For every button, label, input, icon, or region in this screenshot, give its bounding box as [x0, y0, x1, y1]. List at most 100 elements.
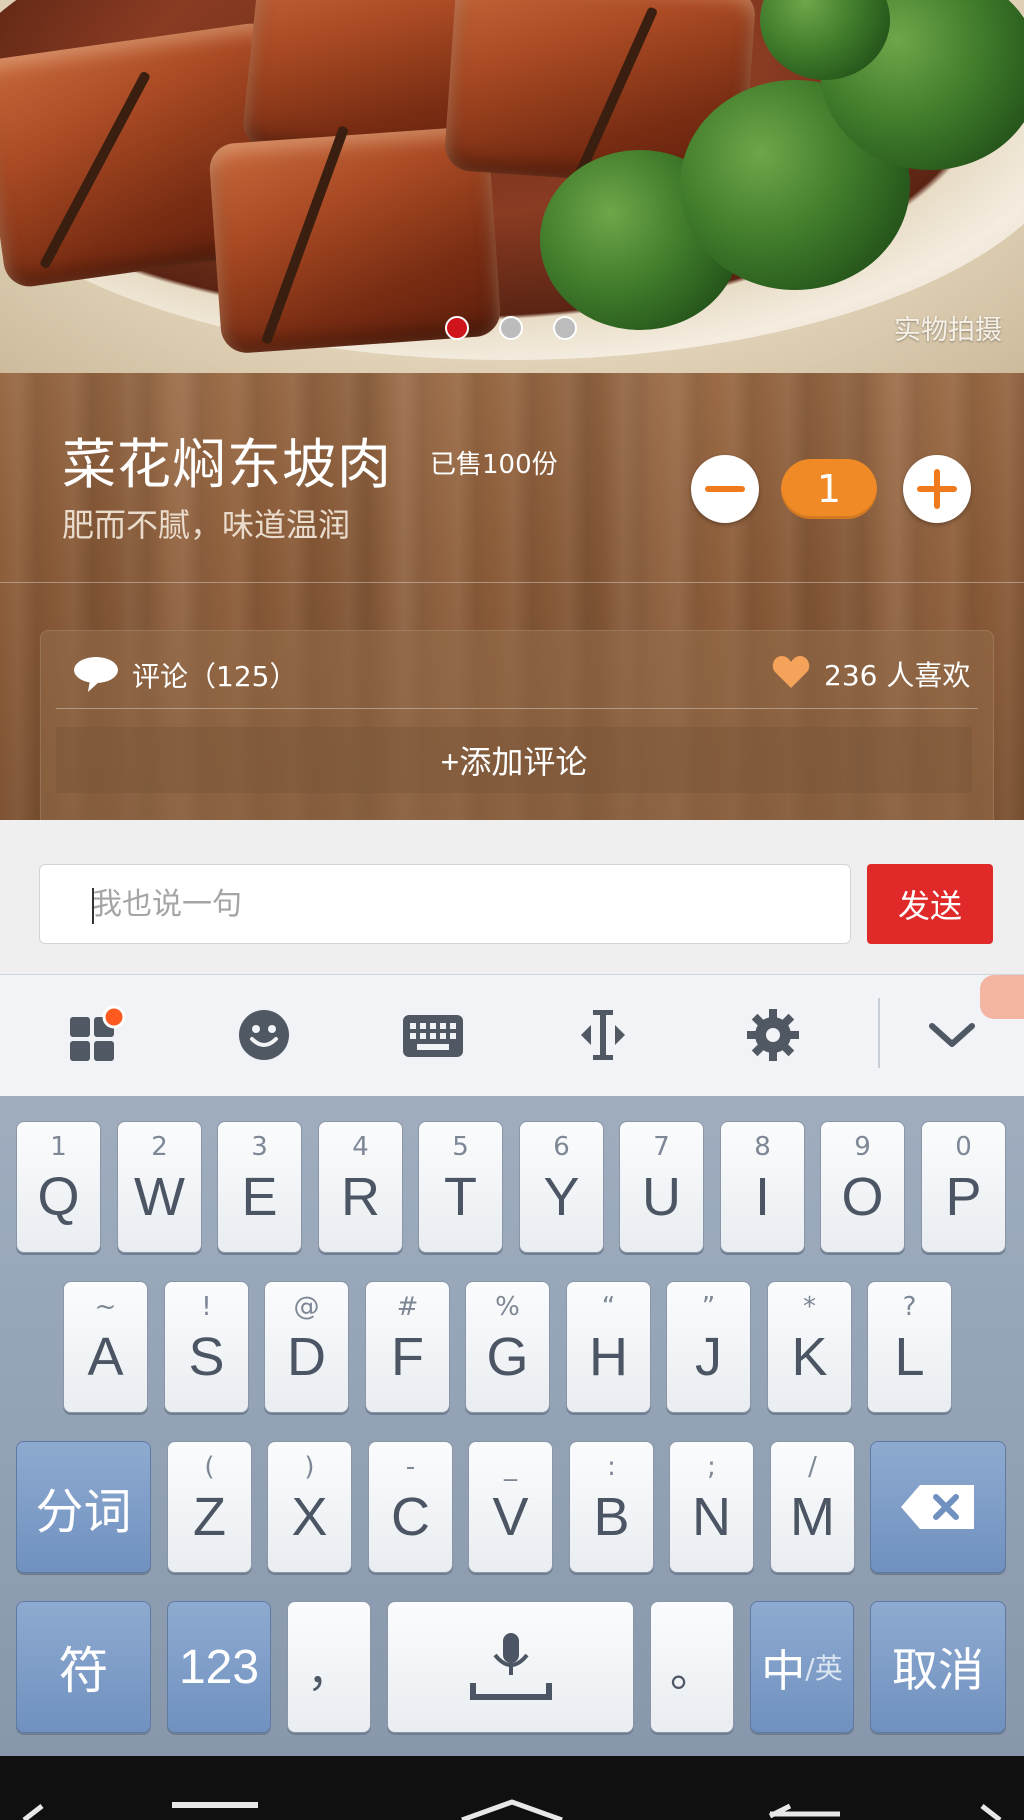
key-a[interactable]: ~ A	[63, 1281, 148, 1413]
key-label: L	[894, 1327, 925, 1387]
nav-right-arrow-icon[interactable]	[980, 1804, 1002, 1820]
key-d[interactable]: @ D	[264, 1281, 349, 1413]
comma-key[interactable]: ，	[287, 1601, 371, 1733]
key-label: M	[790, 1487, 835, 1547]
key-l[interactable]: ? L	[867, 1281, 952, 1413]
key-n[interactable]: ; N	[669, 1441, 754, 1573]
key-sub-label: !	[201, 1292, 212, 1322]
period-key[interactable]: 。	[650, 1601, 734, 1733]
key-u[interactable]: 7U	[619, 1121, 704, 1253]
key-g[interactable]: % G	[465, 1281, 550, 1413]
key-f[interactable]: # F	[365, 1281, 450, 1413]
key-o[interactable]: 9O	[820, 1121, 905, 1253]
key-label: 符	[58, 1642, 109, 1700]
key-h[interactable]: “H	[566, 1281, 651, 1413]
key-label: J	[695, 1327, 722, 1387]
comment-bubble-icon	[72, 654, 120, 698]
photo-note: 实物拍摄	[894, 315, 1002, 346]
key-sub-label: ”	[701, 1292, 716, 1322]
key-label: C	[391, 1487, 430, 1547]
segment-key[interactable]: 分词	[16, 1441, 151, 1573]
comments-count[interactable]: 评论（125）	[132, 655, 297, 695]
add-comment-button[interactable]: +添加评论	[56, 727, 972, 793]
keyboard-icon[interactable]	[393, 995, 473, 1075]
key-e[interactable]: 3E	[217, 1121, 302, 1253]
key-c[interactable]: -C	[368, 1441, 453, 1573]
key-sub-label: _	[504, 1452, 517, 1482]
key-sub-label: :	[607, 1452, 616, 1482]
key-s[interactable]: ! S	[164, 1281, 249, 1413]
key-label: 取消	[892, 1643, 984, 1697]
carousel-dot[interactable]	[499, 316, 523, 340]
key-sub-label: )	[304, 1452, 315, 1482]
key-label: 分词	[35, 1484, 132, 1540]
system-navigation-bar	[0, 1756, 1024, 1820]
key-x[interactable]: ) X	[267, 1441, 352, 1573]
dish-name: 菜花焖东坡肉	[62, 433, 392, 496]
key-z[interactable]: (Z	[167, 1441, 252, 1573]
home-icon[interactable]	[461, 1799, 563, 1820]
comment-input[interactable]	[39, 864, 851, 944]
language-toggle-key[interactable]: 中/英	[750, 1601, 854, 1733]
cursor-move-icon[interactable]	[563, 995, 643, 1075]
key-sub-label: -	[405, 1452, 416, 1482]
nav-left-arrow-icon[interactable]	[22, 1804, 44, 1820]
carousel-dot[interactable]	[445, 316, 469, 340]
key-p[interactable]: 0P	[921, 1121, 1006, 1253]
symbol-key[interactable]: 符	[16, 1601, 151, 1733]
key-k[interactable]: * K	[767, 1281, 852, 1413]
key-sub-label: 0	[955, 1132, 972, 1162]
key-label: T	[444, 1167, 477, 1227]
key-sub-label: 1	[50, 1132, 67, 1162]
key-q[interactable]: 1Q	[16, 1121, 101, 1253]
key-sub-label: %	[495, 1292, 520, 1322]
key-sub-label: /英	[805, 1652, 843, 1685]
key-label: 123	[178, 1640, 260, 1694]
dish-photo-carousel[interactable]: 实物拍摄	[0, 0, 1024, 373]
key-label: N	[692, 1487, 731, 1547]
key-m[interactable]: / M	[770, 1441, 855, 1573]
key-label: R	[341, 1167, 380, 1227]
key-y[interactable]: 6Y	[519, 1121, 604, 1253]
decrease-quantity-button[interactable]	[691, 455, 759, 523]
space-voice-key[interactable]	[387, 1601, 634, 1733]
key-label: B	[593, 1487, 630, 1547]
increase-quantity-button[interactable]	[903, 455, 971, 523]
menu-icon[interactable]	[172, 1802, 258, 1808]
cancel-key[interactable]: 取消	[870, 1601, 1006, 1733]
key-r[interactable]: 4R	[318, 1121, 403, 1253]
backspace-icon	[871, 1442, 1005, 1572]
microphone-icon	[388, 1602, 633, 1732]
key-b[interactable]: :B	[569, 1441, 654, 1573]
key-i[interactable]: 8I	[720, 1121, 805, 1253]
apps-icon[interactable]	[56, 995, 136, 1075]
text-cursor	[92, 888, 94, 924]
key-j[interactable]: ” J	[666, 1281, 751, 1413]
emoji-icon[interactable]	[224, 995, 304, 1075]
carousel-dot[interactable]	[553, 316, 577, 340]
key-label: 中	[761, 1646, 806, 1697]
divider	[0, 582, 1024, 583]
numbers-key[interactable]: 123	[167, 1601, 271, 1733]
divider	[878, 998, 880, 1068]
divider	[56, 708, 978, 709]
key-t[interactable]: 5T	[418, 1121, 503, 1253]
key-sub-label: *	[803, 1292, 816, 1322]
send-button[interactable]: 发送	[867, 864, 993, 944]
key-w[interactable]: 2W	[117, 1121, 202, 1253]
key-sub-label: 3	[251, 1132, 268, 1162]
hide-keyboard-icon[interactable]	[912, 995, 992, 1075]
key-sub-label: 8	[754, 1132, 771, 1162]
key-sub-label: 4	[352, 1132, 369, 1162]
ime-toolbar	[0, 974, 1024, 1097]
key-sub-label: 5	[452, 1132, 469, 1162]
back-icon[interactable]	[768, 1803, 840, 1819]
key-sub-label: ~	[94, 1292, 117, 1322]
settings-icon[interactable]	[733, 995, 813, 1075]
backspace-key[interactable]	[870, 1441, 1006, 1573]
heart-icon[interactable]	[772, 655, 810, 693]
key-v[interactable]: _ V	[468, 1441, 553, 1573]
key-label: I	[754, 1167, 770, 1227]
key-label: U	[642, 1167, 681, 1227]
key-sub-label: 7	[653, 1132, 670, 1162]
